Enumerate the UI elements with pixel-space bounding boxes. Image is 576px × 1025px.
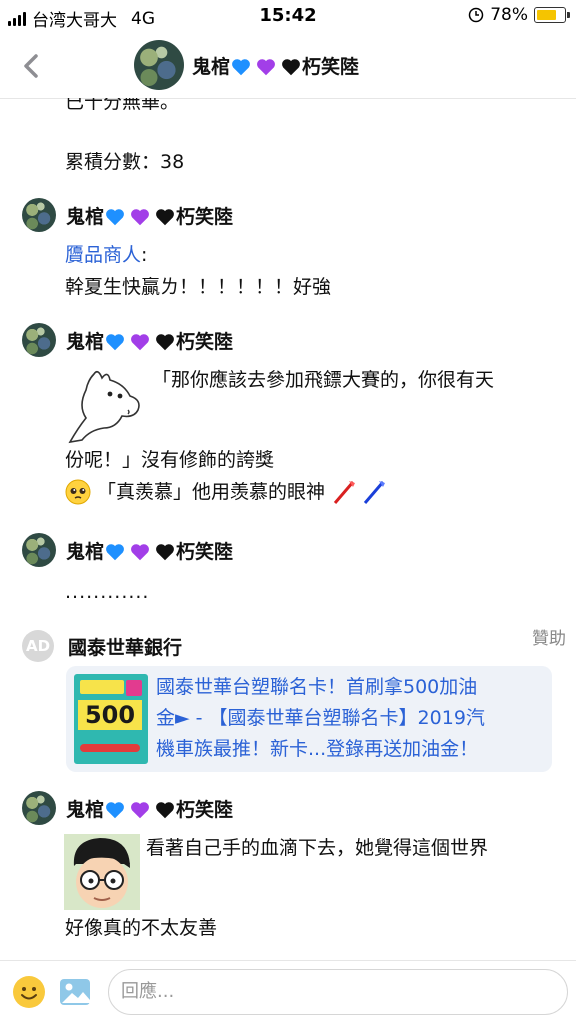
message-author[interactable]: 鬼棺 朽笑陸 [22,791,233,825]
header-profile[interactable]: 鬼棺 朽笑陸 [134,40,359,90]
message-line: 「那你應該去參加飛鏢大賽的，你很有天 [152,369,495,391]
heart-icon [232,59,250,76]
heart-icon [106,209,124,226]
ad-card[interactable]: 500 國泰世華台塑聯名卡！首刷拿500加油 金► - 【國泰世華台塑聯名卡】2… [66,666,552,772]
message-line: 份呢！」沒有修飾的誇獎 [65,449,275,471]
mention-link[interactable]: 贗品商人 [65,244,141,266]
heart-icon [131,544,149,561]
message-line: 看著自己手的血滴下去，她覺得這個世界 [146,837,489,859]
advertiser-name[interactable]: 國泰世華銀行 [68,633,182,660]
image-icon[interactable] [58,975,92,1009]
ad-badge: AD [22,630,54,662]
author-name: 鬼棺 朽笑陸 [66,205,234,228]
avatar[interactable] [22,198,56,232]
conversation-header: 鬼棺 朽笑陸 [0,34,576,99]
avatar[interactable] [134,40,184,90]
reply-input[interactable]: 回應... [108,969,568,1015]
ad-link-text[interactable]: 國泰世華台塑聯名卡！首刷拿500加油 金► - 【國泰世華台塑聯名卡】2019汽… [156,672,542,765]
ad-thumb-number: 500 [78,700,142,730]
message-text: 幹夏生快贏ㄌ！！！！！！好強 [65,276,332,298]
dart-icon [363,481,386,504]
heart-icon [156,209,174,226]
sponsored-label: 贊助 [532,629,566,649]
heart-emojis [104,331,176,353]
message-body: 贗品商人: 幹夏生快贏ㄌ！！！！！！好強 [65,239,331,303]
heart-icon [106,544,124,561]
heart-icon [156,334,174,351]
message-author[interactable]: 鬼棺 朽笑陸 [22,323,233,357]
avatar[interactable] [22,791,56,825]
heart-icon [156,802,174,819]
author-name: 鬼棺 朽笑陸 [66,540,234,563]
alarm-lock-icon [468,7,484,23]
pleading-face-icon [65,479,91,505]
chevron-left-icon[interactable] [16,48,46,84]
message-line: 「真羨慕」他用羡慕的眼神 [65,476,387,508]
ad-thumbnail[interactable]: 500 [74,674,148,764]
ad-header[interactable]: AD 國泰世華銀行 [22,630,182,662]
battery-icon [534,7,570,23]
author-name: 鬼棺 朽笑陸 [66,798,234,821]
heart-icon [106,334,124,351]
emoji-icon[interactable] [12,975,46,1009]
message-text: ............ [65,581,150,603]
message-line: 好像真的不太友善 [65,917,218,939]
message-author[interactable]: 鬼棺 朽笑陸 [22,198,233,232]
heart-emojis [230,56,302,78]
heart-icon [131,209,149,226]
heart-icon [131,802,149,819]
heart-icon [131,334,149,351]
author-name: 鬼棺 朽笑陸 [66,330,234,353]
heart-icon [257,59,275,76]
heart-emojis [104,206,176,228]
battery-percent: 78% [490,5,528,25]
message-author[interactable]: 鬼棺 朽笑陸 [22,533,233,567]
heart-icon [282,59,300,76]
avatar[interactable] [22,533,56,567]
score-text: 累積分數：38 [65,151,185,173]
heart-emojis [104,799,176,821]
glasses-face-sticker [64,834,140,910]
status-bar: 台湾大哥大 4G 15:42 78% [0,0,576,34]
header-name: 鬼棺 朽笑陸 [192,55,360,78]
battery-fill [537,10,556,20]
heart-icon [106,802,124,819]
moomin-sticker [68,370,140,444]
heart-emojis [104,541,176,563]
dart-icon [333,481,356,504]
status-right: 78% [468,5,570,25]
avatar[interactable] [22,323,56,357]
heart-icon [156,544,174,561]
reply-composer: 回應... [0,960,576,1025]
